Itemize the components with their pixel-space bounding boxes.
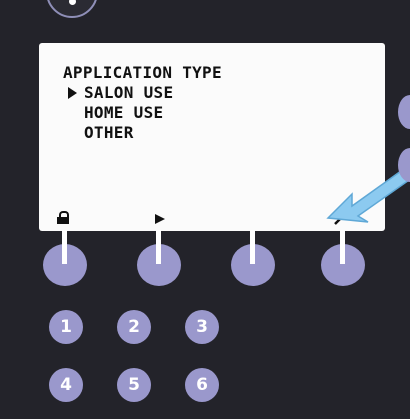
softkey-settings-button[interactable] xyxy=(321,230,365,286)
number-key-3[interactable]: 3 xyxy=(185,310,219,344)
menu-title: APPLICATION TYPE xyxy=(63,63,222,82)
lock-icon xyxy=(57,211,69,224)
number-key-6[interactable]: 6 xyxy=(185,368,219,402)
softkey-blank-button[interactable] xyxy=(231,230,275,286)
number-key-2[interactable]: 2 xyxy=(117,310,151,344)
selection-cursor-icon xyxy=(68,87,77,99)
number-key-5[interactable]: 5 xyxy=(117,368,151,402)
number-key-4[interactable]: 4 xyxy=(49,368,83,402)
menu-option-other[interactable]: OTHER xyxy=(84,124,134,142)
device-panel: APPLICATION TYPE SALON USE HOME USE OTHE… xyxy=(0,0,410,419)
softkey-lock-button[interactable] xyxy=(43,230,87,286)
power-indicator-dot xyxy=(69,0,76,5)
menu-option-salon-use[interactable]: SALON USE xyxy=(84,84,173,102)
side-button-upper[interactable] xyxy=(398,95,410,129)
number-key-1[interactable]: 1 xyxy=(49,310,83,344)
power-button[interactable] xyxy=(46,0,98,18)
menu-option-home-use[interactable]: HOME USE xyxy=(84,104,163,122)
play-arrow-icon xyxy=(155,214,165,224)
softkey-select-button[interactable] xyxy=(137,230,181,286)
